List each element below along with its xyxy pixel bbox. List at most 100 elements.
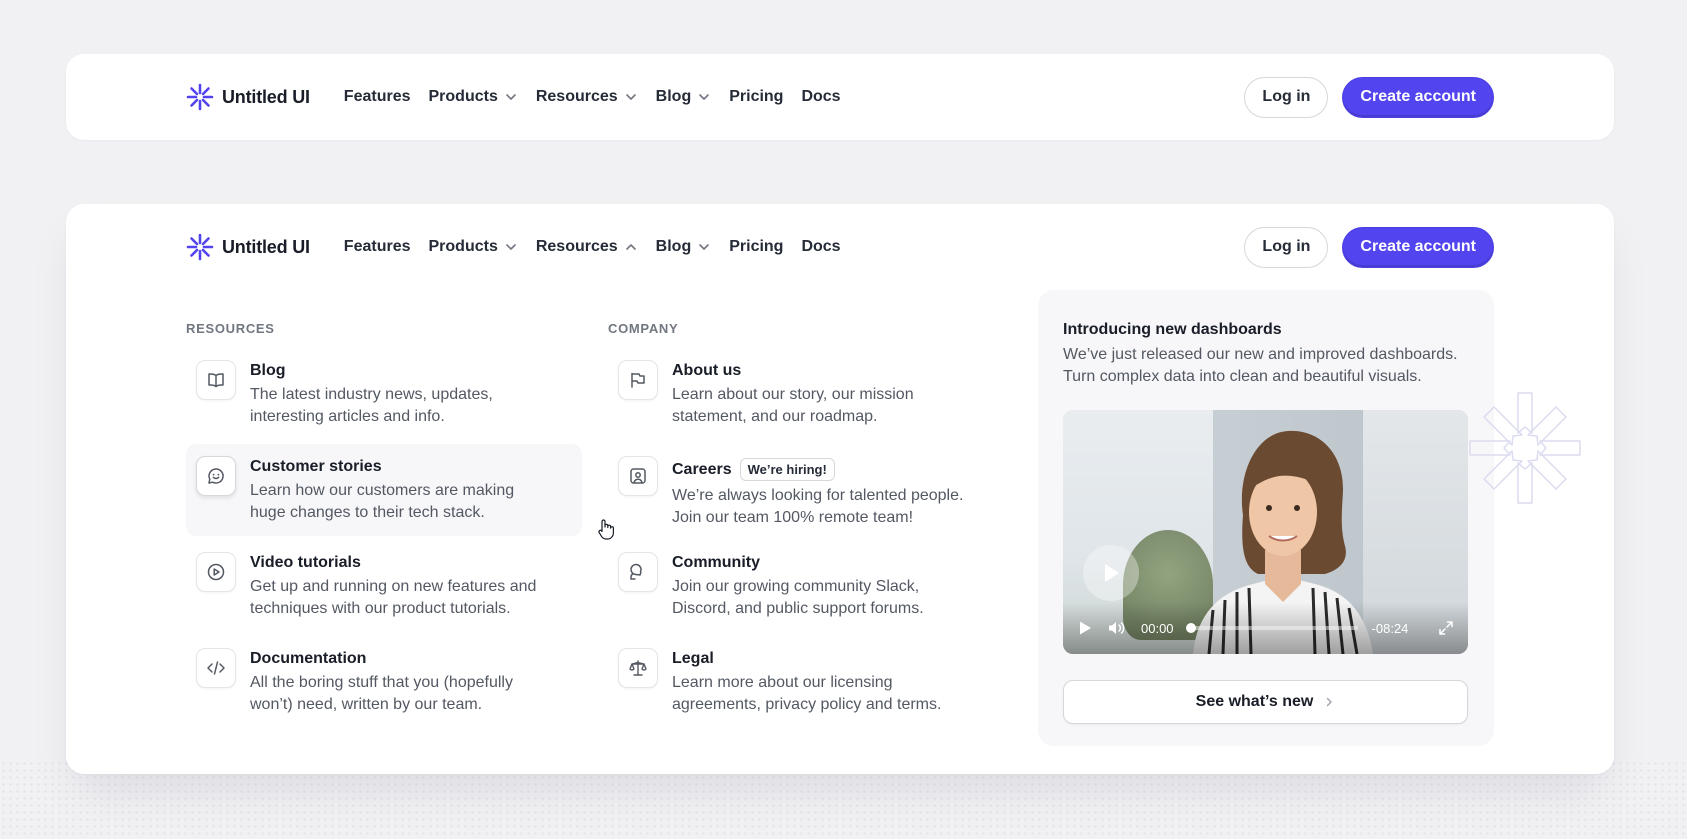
logo-mark-icon	[186, 83, 214, 111]
chevron-up-icon	[625, 244, 636, 250]
company-heading: COMPANY	[608, 321, 679, 336]
menu-item-video-tutorials[interactable]: Video tutorials Get up and running on ne…	[186, 540, 582, 632]
header-expanded: Untitled UI Features Products Resources …	[66, 204, 1614, 774]
nav-item-resources[interactable]: Resources	[536, 238, 638, 256]
chevron-down-icon	[506, 94, 516, 100]
chat-bubbles-icon	[618, 552, 658, 592]
video-progress-knob[interactable]	[1185, 623, 1196, 633]
nav-item-label: Resources	[535, 238, 618, 255]
scales-icon	[618, 648, 658, 688]
nav-item-docs[interactable]: Docs	[801, 88, 840, 106]
nav-item-features[interactable]: Features	[344, 238, 411, 256]
nav-item-label: Blog	[655, 238, 692, 255]
nav-item-products[interactable]: Products	[429, 238, 518, 256]
menu-item-about-us[interactable]: About us Learn about our story, our miss…	[608, 348, 1004, 440]
play-icon	[1105, 564, 1119, 582]
chevron-down-icon	[625, 94, 636, 100]
remaining-time: -08:24	[1371, 620, 1409, 636]
login-button[interactable]: Log in	[1244, 226, 1329, 268]
menu-item-desc: Learn about our story, our mission state…	[672, 386, 914, 425]
play-circle-icon	[196, 552, 236, 592]
menu-item-title: Documentation	[250, 650, 367, 667]
logo-text: Untitled UI	[222, 236, 310, 257]
nav-item-resources[interactable]: Resources	[536, 88, 638, 106]
menu-item-desc: All the boring stuff that you (hopefully…	[250, 674, 513, 713]
main-menu: Features Products Resources Blog Pricing…	[344, 238, 841, 256]
menu-item-title: Community	[672, 554, 760, 571]
menu-item-text: Customer stories Learn how our customers…	[250, 456, 550, 524]
menu-item-text: Legal Learn more about our licensing agr…	[672, 648, 972, 716]
see-whats-new-label: See what’s new	[1195, 693, 1314, 710]
create-account-button[interactable]: Create account	[1342, 76, 1494, 118]
logo[interactable]: Untitled UI	[186, 233, 310, 261]
chevron-down-icon	[699, 94, 710, 100]
nav-item-features[interactable]: Features	[344, 88, 411, 106]
menu-item-text: Video tutorials Get up and running on ne…	[250, 552, 550, 620]
video-progress-bar[interactable]	[1185, 623, 1358, 633]
nav-item-label: Features	[343, 88, 411, 105]
video-player[interactable]: 00:00 -08:24	[1063, 410, 1468, 654]
chevron-down-icon	[699, 244, 710, 250]
menu-item-community[interactable]: Community Join our growing community Sla…	[608, 540, 1004, 632]
menu-item-text: Careers We’re hiring! We’re always looki…	[672, 456, 972, 526]
navbar: Untitled UI Features Products Resources …	[186, 54, 1494, 140]
menu-item-text: Documentation All the boring stuff that …	[250, 648, 550, 716]
menu-item-title: Blog	[250, 362, 286, 379]
nav-item-label: Docs	[801, 238, 841, 255]
menu-item-title: Legal	[672, 650, 714, 667]
video-controls: 00:00 -08:24	[1063, 602, 1468, 654]
nav-item-label: Docs	[801, 88, 841, 105]
navbar: Untitled UI Features Products Resources …	[186, 204, 1494, 290]
volume-icon[interactable]	[1107, 620, 1127, 636]
nav-item-label: Pricing	[729, 238, 784, 255]
menu-item-careers[interactable]: Careers We’re hiring! We’re always looki…	[608, 444, 1004, 536]
menu-item-desc: Learn how our customers are making huge …	[250, 482, 515, 521]
feature-desc: We’ve just released our new and improved…	[1063, 346, 1458, 385]
menu-item-title: Careers We’re hiring!	[672, 458, 972, 481]
image-user-icon	[618, 456, 658, 496]
menu-item-customer-stories[interactable]: Customer stories Learn how our customers…	[186, 444, 582, 536]
logo[interactable]: Untitled UI	[186, 83, 310, 111]
menu-item-desc: Get up and running on new features and t…	[250, 578, 537, 617]
menu-item-text: About us Learn about our story, our miss…	[672, 360, 972, 428]
flag-icon	[618, 360, 658, 400]
feature-title: Introducing new dashboards	[1063, 321, 1282, 338]
menu-item-title: Video tutorials	[250, 554, 361, 571]
login-button[interactable]: Log in	[1244, 76, 1329, 118]
nav-item-products[interactable]: Products	[429, 88, 518, 106]
menu-item-legal[interactable]: Legal Learn more about our licensing agr…	[608, 636, 1004, 728]
page: Untitled UI Features Products Resources …	[0, 0, 1687, 839]
hand-cursor-icon	[598, 519, 614, 540]
nav-item-label: Products	[428, 88, 498, 105]
chevron-right-icon	[1327, 697, 1333, 707]
nav-item-pricing[interactable]: Pricing	[729, 238, 783, 256]
nav-item-blog[interactable]: Blog	[656, 238, 712, 256]
nav-item-blog[interactable]: Blog	[656, 88, 712, 106]
menu-item-desc: Learn more about our licensing agreement…	[672, 674, 942, 713]
current-time: 00:00	[1141, 620, 1174, 636]
nav-item-label: Pricing	[729, 88, 784, 105]
menu-item-blog[interactable]: Blog The latest industry news, updates, …	[186, 348, 582, 440]
play-icon[interactable]	[1077, 620, 1093, 636]
header-actions: Log in Create account	[1244, 226, 1494, 268]
menu-item-desc: The latest industry news, updates, inter…	[250, 386, 493, 425]
code-icon	[196, 648, 236, 688]
logo-mark-icon	[186, 233, 214, 261]
book-open-icon	[196, 360, 236, 400]
menu-item-title: Customer stories	[250, 458, 382, 475]
fullscreen-icon[interactable]	[1438, 620, 1454, 636]
menu-item-title-text: Careers	[672, 460, 732, 478]
nav-item-docs[interactable]: Docs	[801, 238, 840, 256]
big-play-button[interactable]	[1083, 545, 1139, 601]
create-account-button[interactable]: Create account	[1342, 226, 1494, 268]
nav-item-label: Features	[343, 238, 411, 255]
nav-item-label: Blog	[655, 88, 692, 105]
see-whats-new-button[interactable]: See what’s new	[1063, 680, 1468, 724]
logo-text: Untitled UI	[222, 86, 310, 107]
header-actions: Log in Create account	[1244, 76, 1494, 118]
menu-item-text: Community Join our growing community Sla…	[672, 552, 972, 620]
menu-item-text: Blog The latest industry news, updates, …	[250, 360, 550, 428]
menu-item-desc: Join our growing community Slack, Discor…	[672, 578, 924, 617]
nav-item-pricing[interactable]: Pricing	[729, 88, 783, 106]
menu-item-documentation[interactable]: Documentation All the boring stuff that …	[186, 636, 582, 728]
